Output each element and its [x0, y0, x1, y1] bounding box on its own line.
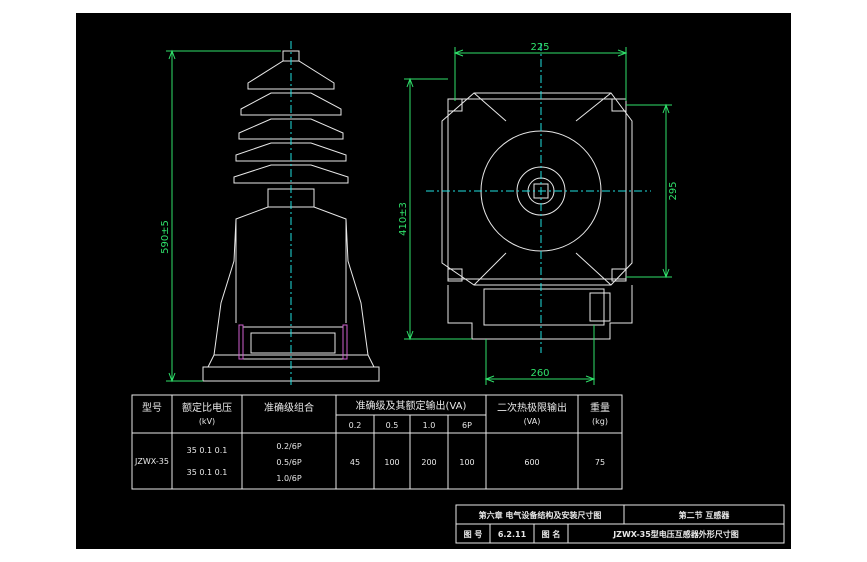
cell-thermal: 600: [524, 458, 539, 467]
header-ratio-1: 额定比电压: [182, 401, 232, 414]
cell-output-3: 100: [459, 458, 474, 467]
dim-height-side: [404, 77, 472, 341]
plan-diag-4: [575, 252, 612, 286]
bracket-left: [238, 324, 244, 360]
cell-model: JZWX-35: [134, 457, 169, 466]
cell-combo-0: 0.2/6P: [276, 442, 302, 451]
plan-base-box: [483, 288, 605, 326]
header-accuracy-output: 准确级及其额定输出(VA): [356, 399, 467, 412]
cell-weight: 75: [595, 458, 605, 467]
cell-ratio-b: 35 0.1 0.1: [187, 468, 228, 477]
dim-label-height-side: 410±3: [398, 202, 409, 236]
lug-tr: [611, 98, 627, 112]
header-ratio-2: (kV): [199, 417, 215, 426]
plan-octagon: [441, 92, 633, 286]
cell-output-1: 100: [384, 458, 399, 467]
cell-output-2: 200: [421, 458, 436, 467]
header-accuracy-combo: 准确级组合: [264, 401, 314, 414]
header-thermal-2: (VA): [524, 417, 541, 426]
cell-combo-2: 1.0/6P: [276, 474, 302, 483]
cad-drawing: 590±5 225 410±3 295 260 型号 额定比电压 (kV) 准确…: [131, 41, 785, 544]
subheader-0: 0.2: [349, 421, 362, 430]
dim-label-width-top: 225: [530, 42, 549, 53]
cell-output-0: 45: [350, 458, 360, 467]
header-thermal-1: 二次热极限输出: [497, 401, 567, 414]
plan-side-box: [589, 292, 611, 322]
drawing-sheet: 590±5 225 410±3 295 260 型号 额定比电压 (kV) 准确…: [76, 13, 791, 549]
dim-label-width-right: 295: [668, 181, 679, 200]
title-chapter: 第六章 电气设备结构及安装尺寸图: [479, 510, 602, 520]
terminal-box-inner: [250, 332, 336, 354]
header-weight-1: 重量: [590, 401, 610, 414]
title-drawing-no: 6.2.11: [498, 530, 527, 539]
title-drawing-no-label: 图 号: [464, 530, 483, 539]
header-weight-2: (kg): [592, 417, 608, 426]
dim-width-right: [626, 103, 672, 279]
front-view-accents: [238, 324, 348, 360]
plan-diag-1: [473, 92, 507, 122]
subheader-2: 1.0: [423, 421, 436, 430]
spec-table-text: 型号 额定比电压 (kV) 准确级组合 准确级及其额定输出(VA) 二次热极限输…: [134, 399, 610, 483]
dim-height-total: [166, 49, 281, 383]
plan-view: [441, 92, 633, 340]
title-section: 第二节 互感器: [679, 510, 731, 520]
subheader-1: 0.5: [386, 421, 399, 430]
dim-label-width-bottom: 260: [530, 368, 549, 379]
plan-diag-3: [473, 252, 507, 286]
dim-label-height-total: 590±5: [160, 220, 171, 254]
plan-inner-square: [447, 98, 627, 280]
cell-combo-1: 0.5/6P: [276, 458, 302, 467]
title-drawing-name: JZWX-35型电压互感器外形尺寸图: [612, 529, 739, 539]
subheader-3: 6P: [462, 421, 472, 430]
cell-ratio-a: 35 0.1 0.1: [187, 446, 228, 455]
title-drawing-name-label: 图 名: [542, 529, 561, 539]
bracket-right: [342, 324, 348, 360]
plan-diag-2: [575, 92, 612, 122]
header-model: 型号: [142, 401, 162, 414]
terminal-box: [242, 326, 344, 360]
